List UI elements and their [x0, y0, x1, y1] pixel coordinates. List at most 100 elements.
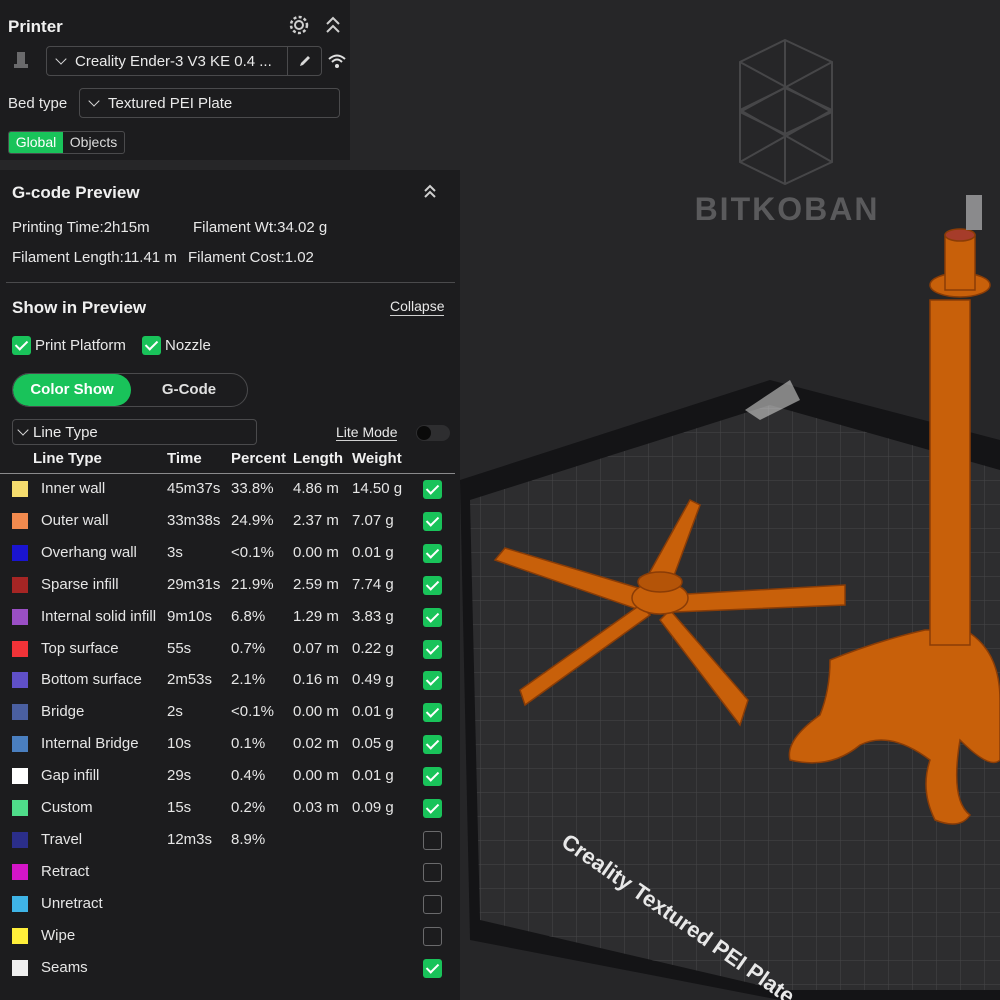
- nozzle-toggle[interactable]: Nozzle: [142, 336, 211, 355]
- edit-printer-button[interactable]: [287, 47, 321, 75]
- table-row[interactable]: Top surface 55s 0.7% 0.07 m 0.22 g: [0, 634, 455, 666]
- visibility-checkbox-checked[interactable]: [423, 511, 442, 531]
- bed-type-select[interactable]: Textured PEI Plate: [79, 88, 340, 118]
- collapse-link[interactable]: Collapse: [390, 298, 445, 316]
- filament-weight: Filament Wt:34.02 g: [193, 219, 328, 236]
- table-row[interactable]: Bridge 2s <0.1% 0.00 m 0.01 g: [0, 697, 455, 729]
- collapse-up-icon[interactable]: [422, 183, 438, 201]
- line-type-name: Unretract: [41, 894, 103, 912]
- table-row[interactable]: Travel 12m3s 8.9%: [0, 825, 455, 857]
- visibility-checkbox-unchecked[interactable]: [423, 926, 442, 946]
- table-row[interactable]: Unretract: [0, 889, 455, 921]
- table-row[interactable]: Custom 15s 0.2% 0.03 m 0.09 g: [0, 793, 455, 825]
- table-row[interactable]: Inner wall 45m37s 33.8% 4.86 m 14.50 g: [0, 474, 455, 506]
- tab-color-show[interactable]: Color Show: [13, 374, 131, 406]
- table-header: Line Type Time Percent Length Weight: [0, 450, 455, 474]
- length-value: 1.29 m: [293, 607, 339, 625]
- length-value: 0.16 m: [293, 671, 339, 689]
- bed-type-value: Textured PEI Plate: [108, 94, 233, 112]
- visibility-checkbox-checked[interactable]: [423, 671, 442, 691]
- color-swatch: [12, 704, 28, 721]
- printer-select[interactable]: Creality Ender-3 V3 KE 0.4 ...: [46, 46, 322, 76]
- weight-value: 7.07 g: [352, 511, 394, 529]
- table-row[interactable]: Seams: [0, 953, 455, 985]
- length-value: 4.86 m: [293, 480, 339, 497]
- visibility-checkbox-unchecked[interactable]: [423, 894, 442, 914]
- length-value: 2.59 m: [293, 575, 339, 593]
- color-swatch: [12, 800, 28, 816]
- checkbox-checked[interactable]: [142, 336, 161, 355]
- length-value: 0.02 m: [293, 735, 339, 753]
- gcode-preview-panel: G-code Preview Printing Time:2h15m Filam…: [0, 170, 460, 1000]
- time-value: 3s: [167, 543, 183, 561]
- weight-value: 14.50 g: [352, 480, 403, 497]
- visibility-checkbox-checked[interactable]: [423, 639, 442, 659]
- time-value: 2m53s: [167, 671, 213, 689]
- line-type-name: Wipe: [41, 926, 76, 944]
- time-value: 55s: [167, 639, 192, 657]
- lite-mode-toggle[interactable]: [416, 425, 450, 441]
- line-type-name: Bridge: [41, 703, 85, 721]
- printer-name: Creality Ender-3 V3 KE 0.4 ...: [75, 52, 272, 70]
- line-type-name: Top surface: [41, 639, 119, 657]
- weight-value: 0.01 g: [352, 543, 394, 561]
- line-type-name: Outer wall: [41, 511, 109, 529]
- visibility-checkbox-checked[interactable]: [423, 958, 442, 978]
- visibility-checkbox-checked[interactable]: [423, 480, 442, 499]
- col-percent: Percent: [231, 450, 287, 467]
- print-platform-toggle[interactable]: Print Platform: [12, 336, 126, 355]
- color-swatch: [12, 544, 28, 561]
- table-row[interactable]: Overhang wall 3s <0.1% 0.00 m 0.01 g: [0, 538, 455, 570]
- line-type-name: Bottom surface: [41, 671, 142, 689]
- table-row[interactable]: Bottom surface 2m53s 2.1% 0.16 m 0.49 g: [0, 665, 455, 697]
- table-row[interactable]: Outer wall 33m38s 24.9% 2.37 m 7.07 g: [0, 506, 455, 538]
- visibility-checkbox-checked[interactable]: [423, 575, 442, 595]
- color-swatch: [12, 640, 28, 657]
- length-value: 0.03 m: [293, 799, 339, 816]
- visibility-checkbox-checked[interactable]: [423, 799, 442, 818]
- line-type-name: Internal solid infill: [41, 607, 157, 625]
- printer-icon: [14, 52, 28, 68]
- table-row[interactable]: Internal Bridge 10s 0.1% 0.02 m 0.05 g: [0, 729, 455, 761]
- visibility-checkbox-checked[interactable]: [423, 735, 442, 755]
- percent-value: 6.8%: [231, 607, 266, 625]
- print-platform-label: Print Platform: [35, 337, 126, 354]
- time-value: 9m10s: [167, 607, 213, 625]
- visibility-checkbox-checked[interactable]: [423, 607, 442, 627]
- col-length: Length: [293, 450, 343, 467]
- percent-value: 24.9%: [231, 511, 274, 529]
- divider: [6, 282, 455, 283]
- time-value: 12m3s: [167, 830, 213, 848]
- collapse-up-icon[interactable]: [324, 15, 342, 35]
- weight-value: 0.49 g: [352, 671, 394, 689]
- color-swatch: [12, 895, 28, 912]
- gear-icon[interactable]: [288, 14, 310, 36]
- color-swatch: [12, 481, 28, 497]
- view-type-value: Line Type: [33, 423, 98, 441]
- table-row[interactable]: Internal solid infill 9m10s 6.8% 1.29 m 3.83…: [0, 602, 455, 634]
- line-type-name: Sparse infill: [41, 575, 119, 593]
- visibility-checkbox-checked[interactable]: [423, 767, 442, 787]
- printer-title: Printer: [8, 17, 63, 36]
- mode-switch: Color Show G-Code: [12, 373, 248, 407]
- nozzle-marker: [966, 195, 982, 230]
- length-value: 0.00 m: [293, 767, 339, 785]
- tab-global[interactable]: Global: [9, 132, 63, 153]
- bed-type-label: Bed type: [8, 95, 68, 112]
- tab-objects[interactable]: Objects: [63, 132, 124, 153]
- visibility-checkbox-checked[interactable]: [423, 703, 442, 723]
- checkbox-checked[interactable]: [12, 336, 31, 355]
- line-type-name: Overhang wall: [41, 543, 137, 561]
- wifi-icon[interactable]: [327, 52, 347, 70]
- table-row[interactable]: Sparse infill 29m31s 21.9% 2.59 m 7.74 g: [0, 570, 455, 602]
- weight-value: 0.22 g: [352, 639, 394, 657]
- tab-gcode[interactable]: G-Code: [131, 374, 247, 406]
- color-swatch: [12, 768, 28, 785]
- table-row[interactable]: Retract: [0, 857, 455, 889]
- visibility-checkbox-unchecked[interactable]: [423, 862, 442, 882]
- table-row[interactable]: Gap infill 29s 0.4% 0.00 m 0.01 g: [0, 761, 455, 793]
- table-row[interactable]: Wipe: [0, 921, 455, 953]
- view-type-select[interactable]: Line Type: [12, 419, 257, 445]
- visibility-checkbox-unchecked[interactable]: [423, 830, 442, 850]
- visibility-checkbox-checked[interactable]: [423, 543, 442, 563]
